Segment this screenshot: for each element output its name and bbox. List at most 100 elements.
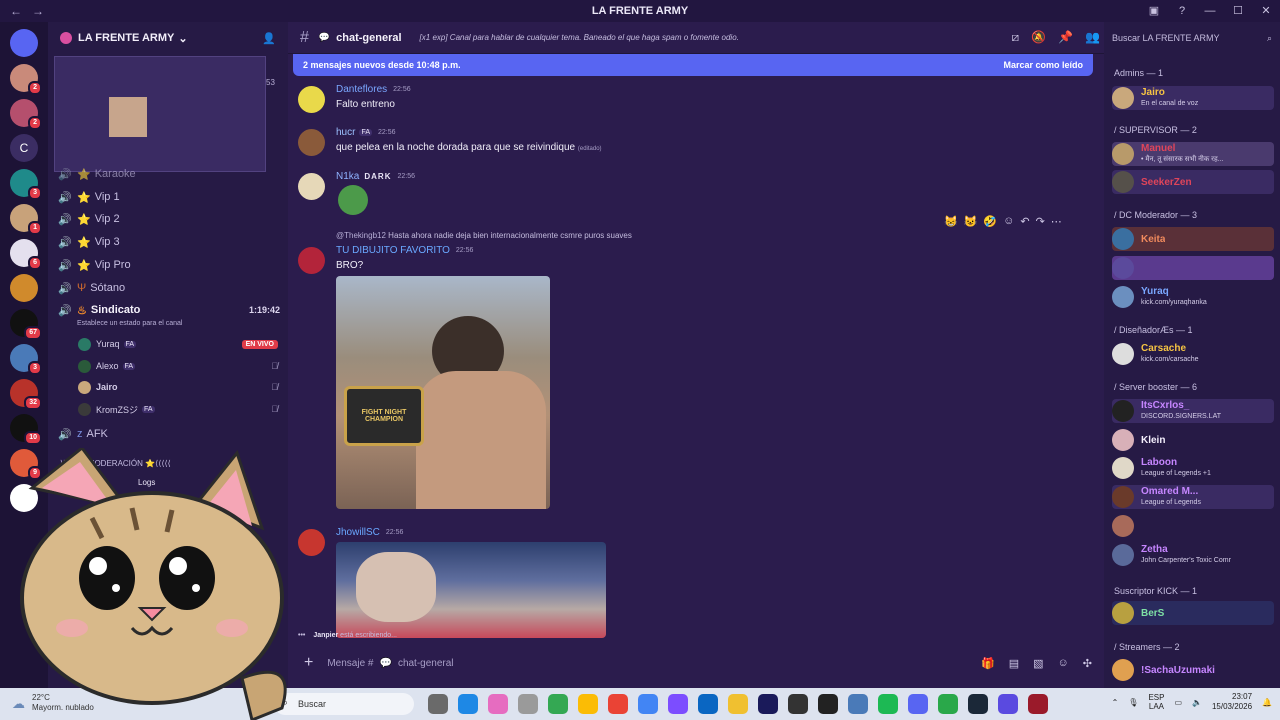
message-composer[interactable]: + Mensaje # 💬 chat-general 🎁 ▤ ▧ ☺ ✣ (296, 650, 1096, 676)
apps-icon[interactable]: ✣ (1083, 657, 1092, 670)
channel-vip1[interactable]: 🔊 ⭐ Vip 1 (58, 187, 280, 207)
member-row[interactable]: !SachaUzumaki (1112, 658, 1274, 682)
server-icon[interactable]: 3 (10, 169, 42, 200)
gift-icon[interactable]: 🎁 (981, 657, 995, 670)
channel-vip3[interactable]: 🔊 ⭐ Vip 3 (58, 232, 280, 252)
chrome-icon[interactable] (608, 694, 628, 714)
reply-icon[interactable]: ↶ (1020, 215, 1029, 228)
invite-icon[interactable]: 👤 (262, 32, 276, 45)
pin-icon[interactable]: 📌 (1058, 30, 1073, 45)
message-author[interactable]: TU DIBUJITO FAVORITO (336, 245, 450, 256)
reaction-icon[interactable]: 😺 (964, 215, 978, 228)
member-row[interactable]: Omared M... League of Legends (1112, 485, 1274, 509)
member-row[interactable] (1112, 256, 1274, 280)
channel-vip-pro[interactable]: 🔊 ⭐ Vip Pro (58, 255, 280, 275)
spotify-icon[interactable] (878, 694, 898, 714)
emoji-icon[interactable]: ☺ (1058, 657, 1069, 670)
avatar[interactable] (298, 86, 325, 113)
chrome-icon[interactable] (548, 694, 568, 714)
server-icon[interactable]: 3 (10, 344, 42, 375)
member-row[interactable]: Laboon League of Legends +1 (1112, 456, 1274, 480)
threads-icon[interactable]: ⧄ (1012, 30, 1020, 45)
server-icon[interactable]: 6 (10, 239, 42, 270)
member-row[interactable]: Keita (1112, 227, 1274, 251)
member-row[interactable]: SeekerZen (1112, 170, 1274, 194)
member-row[interactable]: Yuraq kick.com/yuraqhanka (1112, 285, 1274, 309)
avatar[interactable] (298, 129, 325, 156)
chevron-up-icon[interactable]: ⌃ (1112, 698, 1119, 707)
snipping-icon[interactable] (518, 694, 538, 714)
outlook-icon[interactable] (698, 694, 718, 714)
server-icon[interactable]: 32 (10, 379, 42, 410)
message-author[interactable]: Danteflores (336, 84, 387, 95)
premiere-icon[interactable] (758, 694, 778, 714)
clock[interactable]: 23:07 15/03/2026 (1212, 692, 1252, 712)
inbox-icon[interactable]: ▣ (1140, 0, 1168, 22)
avatar[interactable] (298, 173, 325, 200)
voice-user[interactable]: Yuraq FA EN VIVO (78, 335, 278, 353)
add-attachment-icon[interactable]: + (304, 654, 313, 672)
app-icon[interactable] (938, 694, 958, 714)
server-icon[interactable]: 67 (10, 309, 42, 340)
voice-user[interactable]: KromZSジ FA 🎙̸ (78, 400, 278, 418)
task-view-icon[interactable] (428, 694, 448, 714)
member-row[interactable] (1112, 514, 1274, 538)
channel-vip2[interactable]: 🔊 ⭐ Vip 2 (58, 209, 280, 229)
channel-karaoke[interactable]: 🔊 ⭐ Karaoke (58, 164, 280, 184)
app-icon[interactable] (848, 694, 868, 714)
voice-user[interactable]: Alexo FA 🎙̸ (78, 357, 278, 375)
voice-user[interactable]: Jairo 🎙̸ (78, 378, 278, 396)
search-input[interactable]: Buscar LA FRENTE ARMY ⌕ (1104, 22, 1280, 54)
maximize-button[interactable]: ☐ (1224, 0, 1252, 22)
obs-icon[interactable] (818, 694, 838, 714)
server-header[interactable]: LA FRENTE ARMY ⌄ 👤 (48, 22, 288, 54)
edge-icon[interactable] (458, 694, 478, 714)
server-icon[interactable]: 2 (10, 99, 42, 130)
message-author[interactable]: hucr (336, 127, 355, 138)
reaction-icon[interactable]: 😸 (944, 215, 958, 228)
server-icon[interactable]: 10 (10, 414, 42, 445)
gif-icon[interactable]: ▤ (1009, 657, 1019, 670)
mic-icon[interactable]: 🎙 (1128, 698, 1138, 707)
chrome-icon[interactable] (638, 694, 658, 714)
channel-afk[interactable]: 🔊 z AFK (58, 424, 280, 444)
server-icon[interactable]: 2 (10, 64, 42, 95)
reply-preview[interactable]: @Thekingb12 Hasta ahora nadie deja bien … (336, 231, 632, 240)
image-attachment[interactable] (336, 542, 606, 638)
valorant-icon[interactable] (1028, 694, 1048, 714)
steam-icon[interactable] (968, 694, 988, 714)
sticker-icon[interactable]: ▧ (1033, 657, 1043, 670)
language-indicator[interactable]: ESP LAA (1148, 693, 1164, 711)
volume-icon[interactable]: 🔈 (1192, 698, 1202, 707)
server-icon[interactable] (10, 274, 38, 302)
app-icon[interactable] (998, 694, 1018, 714)
discord-home-icon[interactable] (10, 29, 38, 57)
member-row[interactable]: Zetha John Carpenter's Toxic Comr (1112, 543, 1274, 567)
more-icon[interactable]: ⋯ (1051, 215, 1062, 228)
server-icon[interactable]: C (10, 134, 38, 162)
member-row[interactable]: Klein (1112, 428, 1274, 452)
notifications-icon[interactable]: 🔕 (1031, 30, 1046, 45)
app-icon[interactable] (788, 694, 808, 714)
member-row[interactable]: Carsache kick.com/carsache (1112, 342, 1274, 366)
folder-icon[interactable] (728, 694, 748, 714)
new-messages-bar[interactable]: 2 mensajes nuevos desde 10:48 p.m. Marca… (293, 54, 1093, 76)
forward-icon[interactable]: ↷ (1036, 215, 1045, 228)
channel-sotano[interactable]: 🔊 Ψ Sótano (58, 278, 280, 298)
forward-arrow-icon[interactable]: → (32, 4, 44, 18)
image-attachment[interactable]: FIGHT NIGHT CHAMPION (336, 276, 550, 509)
discord-icon[interactable] (908, 694, 928, 714)
member-list-icon[interactable]: 👥 (1085, 30, 1100, 45)
chrome-icon[interactable] (578, 694, 598, 714)
minimize-button[interactable]: — (1196, 0, 1224, 22)
help-icon[interactable]: ? (1168, 0, 1196, 22)
reaction-icon[interactable]: 🤣 (983, 215, 997, 228)
member-row[interactable]: BerS (1112, 601, 1274, 625)
member-row[interactable]: ItsCxrlos_ DISCORD.SIGNERS.LAT (1112, 399, 1274, 423)
channel-topic[interactable]: [x1 exp] Canal para hablar de cualquier … (420, 33, 739, 42)
member-row[interactable]: Jairo En el canal de voz (1112, 86, 1274, 110)
message-author[interactable]: N1ka (336, 171, 359, 182)
avatar[interactable] (298, 529, 325, 556)
server-icon[interactable]: 1 (10, 204, 42, 235)
add-reaction-icon[interactable]: ☺ (1003, 215, 1014, 228)
